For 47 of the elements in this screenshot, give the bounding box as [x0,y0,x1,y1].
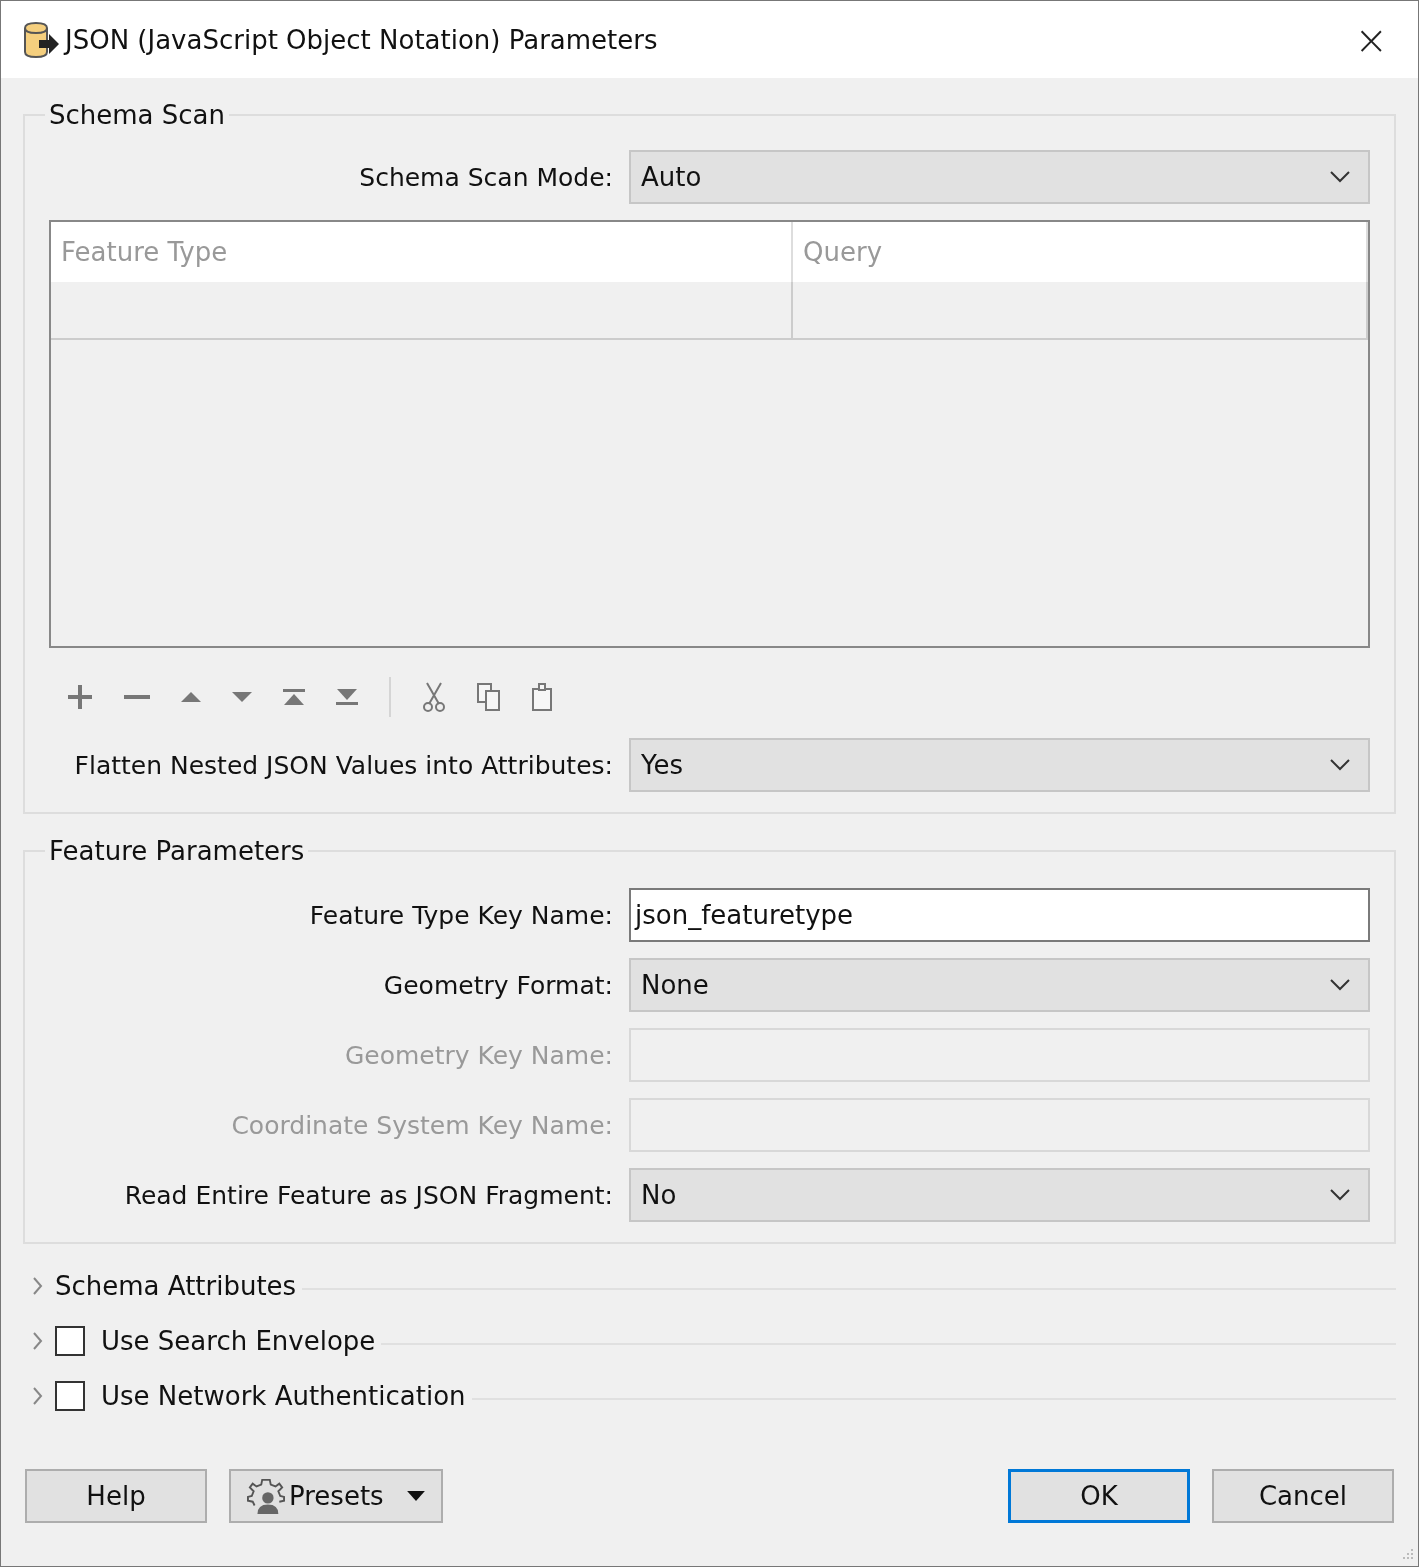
move-up-icon[interactable] [181,692,201,702]
field-label: Geometry Format: [382,970,614,1000]
move-down-icon[interactable] [232,692,252,702]
checkbox[interactable] [55,1325,85,1356]
resize-grip-icon[interactable] [1400,1548,1414,1562]
dialog-button[interactable]: OK [1008,1469,1190,1523]
chevron-right-icon[interactable] [33,1331,43,1350]
group-title: Feature Parameters [48,836,306,866]
field-label: Schema Scan Mode: [358,162,614,192]
input-field[interactable] [629,1028,1370,1082]
move-to-bottom-icon[interactable] [336,689,358,705]
group-title: Schema Scan [48,100,226,130]
field-label: Read Entire Feature as JSON Fragment: [123,1180,614,1210]
remove-icon[interactable] [124,694,150,700]
dropdown[interactable]: No [629,1168,1370,1222]
chevron-down-icon [1330,1189,1350,1201]
chevron-right-icon[interactable] [33,1386,43,1405]
dialog-button[interactable]: Presets [229,1469,443,1523]
move-to-top-icon[interactable] [283,689,305,705]
chevron-right-icon[interactable] [33,1276,43,1295]
chevron-down-icon [1330,759,1350,771]
database-arrow-icon [21,19,61,60]
dropdown[interactable]: Auto [629,150,1370,204]
input-field[interactable]: json_featuretype [629,888,1370,942]
field-label: Geometry Key Name: [343,1040,614,1070]
gear-user-icon [247,1477,285,1515]
dropdown[interactable]: None [629,958,1370,1012]
chevron-down-icon [1330,979,1350,991]
copy-icon[interactable] [477,683,501,711]
close-button[interactable]: × [1344,19,1398,60]
field-label: Feature Type Key Name: [308,900,614,930]
dropdown[interactable]: Yes [629,738,1370,792]
dialog-button[interactable]: Help [25,1469,207,1523]
chevron-down-icon [1330,171,1350,183]
dialog-button[interactable]: Cancel [1212,1469,1394,1523]
input-field[interactable] [629,1098,1370,1152]
add-icon[interactable] [67,684,93,710]
field-label: Flatten Nested JSON Values into Attributes: [73,750,614,780]
section-title[interactable]: Schema Attributes [55,1270,303,1301]
section-title[interactable]: Use Search Envelope [101,1325,382,1356]
checkbox[interactable] [55,1380,85,1411]
cut-icon[interactable] [422,682,446,712]
field-label: Coordinate System Key Name: [230,1110,614,1140]
clipboard-icon[interactable] [532,683,552,711]
window-title: JSON (JavaScript Object Notation) Parameters [65,24,658,55]
section-title[interactable]: Use Network Authentication [101,1380,472,1411]
caret-down-icon [407,1491,425,1501]
